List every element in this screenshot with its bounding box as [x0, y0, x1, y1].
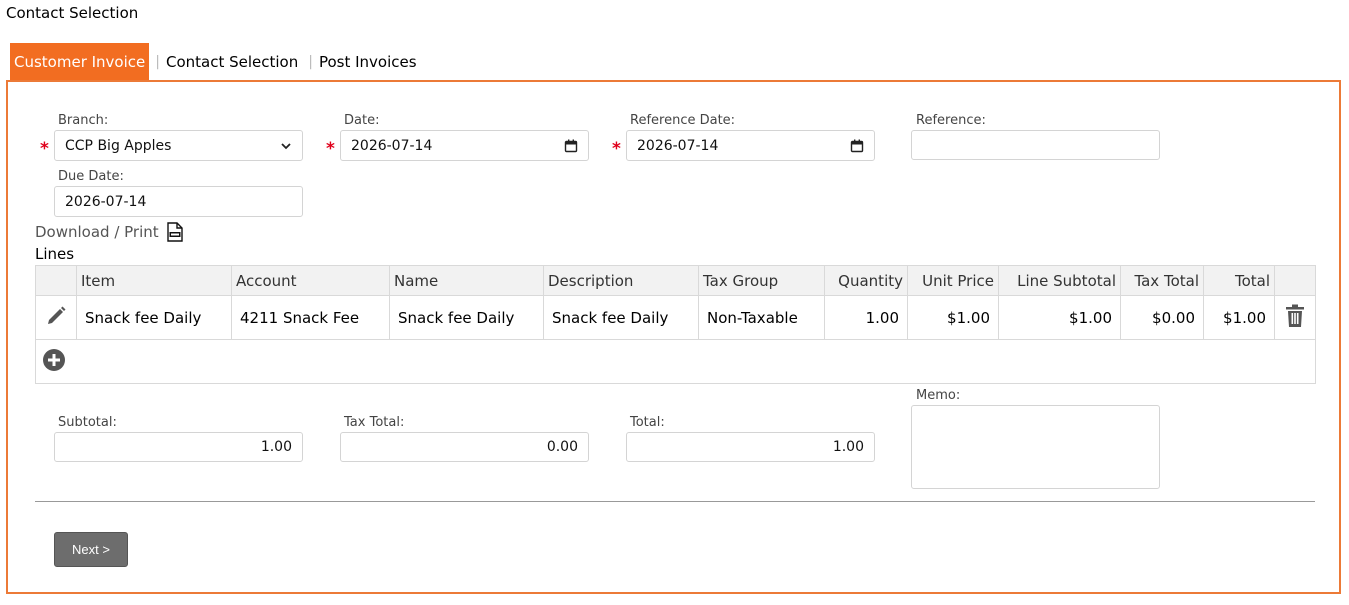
- subtotal-field[interactable]: 1.00: [54, 432, 303, 462]
- add-line-cell: [35, 339, 1316, 384]
- tax-total-field[interactable]: 0.00: [340, 432, 589, 462]
- next-button[interactable]: Next >: [54, 532, 128, 567]
- date-input-value: 2026-07-14: [351, 137, 433, 154]
- due-date-input[interactable]: 2026-07-14: [54, 186, 303, 217]
- reference-label: Reference:: [916, 113, 986, 128]
- required-mark: *: [326, 139, 335, 159]
- date-label: Date:: [344, 113, 380, 128]
- cell-name: Snack fee Daily: [389, 295, 544, 340]
- tab-contact-selection[interactable]: Contact Selection: [162, 43, 302, 80]
- csv-file-icon[interactable]: [166, 222, 183, 242]
- edit-cell[interactable]: [35, 295, 77, 340]
- column-header-tax-group[interactable]: Tax Group: [698, 265, 825, 296]
- table-header-row: Item Account Name Description Tax Group …: [35, 265, 1316, 296]
- divider: [35, 501, 1315, 502]
- trash-icon[interactable]: [1285, 304, 1305, 328]
- tax-total-label: Tax Total:: [344, 415, 405, 430]
- add-line-row: [35, 339, 1316, 384]
- due-date-label: Due Date:: [58, 169, 124, 184]
- tab-customer-invoice[interactable]: Customer Invoice: [10, 43, 150, 80]
- lines-label: Lines: [35, 245, 75, 263]
- column-header-actions: [35, 265, 77, 296]
- branch-select[interactable]: CCP Big Apples: [54, 130, 303, 161]
- cell-tax-group: Non-Taxable: [698, 295, 825, 340]
- cell-tax-total: $0.00: [1120, 295, 1204, 340]
- reference-input[interactable]: [911, 130, 1160, 160]
- chevron-down-icon: [280, 140, 292, 152]
- required-mark: *: [40, 139, 49, 159]
- pencil-icon[interactable]: [45, 305, 67, 327]
- tab-separator: |: [155, 53, 160, 70]
- total-label: Total:: [630, 415, 665, 430]
- cell-item: Snack fee Daily: [76, 295, 232, 340]
- download-print-label: Download / Print: [35, 223, 159, 241]
- tab-post-invoices[interactable]: Post Invoices: [315, 43, 421, 80]
- branch-label: Branch:: [58, 113, 109, 128]
- cell-total: $1.00: [1203, 295, 1275, 340]
- reference-date-input-value: 2026-07-14: [637, 137, 719, 154]
- invoice-panel: Branch: * CCP Big Apples Date: * 2026-07…: [6, 80, 1341, 594]
- calendar-icon[interactable]: [564, 139, 578, 153]
- total-field[interactable]: 1.00: [626, 432, 875, 462]
- column-header-delete: [1274, 265, 1316, 296]
- delete-cell[interactable]: [1274, 295, 1316, 340]
- cell-line-subtotal: $1.00: [998, 295, 1121, 340]
- memo-label: Memo:: [916, 388, 961, 403]
- calendar-icon[interactable]: [850, 139, 864, 153]
- download-print[interactable]: Download / Print: [35, 222, 183, 242]
- tab-bar: Customer Invoice | Contact Selection | P…: [10, 43, 421, 80]
- column-header-item[interactable]: Item: [76, 265, 232, 296]
- column-header-total[interactable]: Total: [1203, 265, 1275, 296]
- subtotal-label: Subtotal:: [58, 415, 117, 430]
- column-header-quantity[interactable]: Quantity: [824, 265, 908, 296]
- reference-date-label: Reference Date:: [630, 113, 736, 128]
- add-line-plus-icon[interactable]: [42, 348, 66, 372]
- column-header-tax-total[interactable]: Tax Total: [1120, 265, 1204, 296]
- column-header-line-subtotal[interactable]: Line Subtotal: [998, 265, 1121, 296]
- column-header-unit-price[interactable]: Unit Price: [907, 265, 999, 296]
- cell-account: 4211 Snack Fee: [231, 295, 390, 340]
- memo-textarea[interactable]: [911, 405, 1160, 489]
- reference-date-input[interactable]: 2026-07-14: [626, 130, 875, 161]
- tab-separator: |: [308, 53, 313, 70]
- page-title: Contact Selection: [6, 4, 139, 22]
- column-header-account[interactable]: Account: [231, 265, 390, 296]
- branch-select-value: CCP Big Apples: [65, 137, 172, 154]
- table-row[interactable]: Snack fee Daily 4211 Snack Fee Snack fee…: [35, 295, 1316, 340]
- cell-description: Snack fee Daily: [543, 295, 699, 340]
- date-input[interactable]: 2026-07-14: [340, 130, 589, 161]
- required-mark: *: [612, 139, 621, 159]
- cell-unit-price: $1.00: [907, 295, 999, 340]
- column-header-name[interactable]: Name: [389, 265, 544, 296]
- due-date-input-value: 2026-07-14: [65, 193, 147, 210]
- cell-quantity: 1.00: [824, 295, 908, 340]
- column-header-description[interactable]: Description: [543, 265, 699, 296]
- lines-table: Item Account Name Description Tax Group …: [35, 265, 1316, 384]
